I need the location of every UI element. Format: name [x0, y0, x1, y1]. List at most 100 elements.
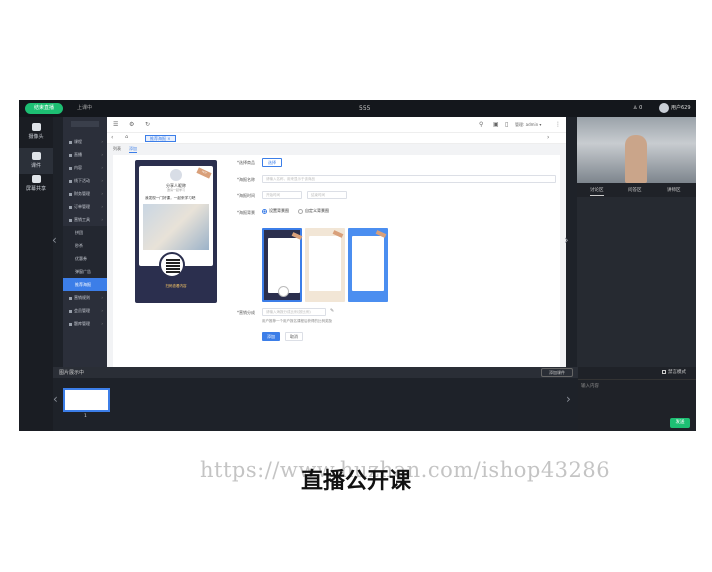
tab-add[interactable]: 添加 — [129, 146, 137, 153]
tab-list[interactable]: 列表 — [113, 146, 121, 152]
template-beige[interactable] — [305, 228, 345, 302]
screen-share-label: 屏幕共享 — [25, 186, 46, 192]
sidebar-item[interactable]: 会员管理 › — [63, 304, 107, 317]
more-icon[interactable]: ⋮ — [555, 121, 561, 128]
stage: 课程 › 直播 › 内容 › 线下活动 › 财务管理 › 订单管理 › 营销工具 › 拼团 秒杀 优惠券 弹窗广告… — [63, 117, 566, 367]
admin-content: ☰ ⚙ ↻ ⚲ ▣ ▯ 管理: admin ▾ ⋮ ‹ ⌂ 推荐海报 × › 列… — [107, 117, 566, 367]
chevron-right-icon[interactable]: › — [547, 134, 549, 141]
start-time-input[interactable]: 开始时间 — [262, 191, 302, 199]
share-label: *营销分成 — [237, 310, 255, 315]
courseware-title: 图片展示中 — [59, 370, 85, 376]
sidebar-item-label: 秒杀 — [75, 243, 83, 248]
sidebar-item-label: 课程 — [74, 139, 82, 144]
cancel-button[interactable]: 取消 — [285, 332, 303, 341]
chevron-left-icon[interactable]: ‹ — [111, 134, 113, 141]
tab-lecturer[interactable]: 讲师区 — [667, 187, 681, 193]
sidebar-item[interactable]: 营销规则 › — [63, 291, 107, 304]
poster-subtitle: 邀请一起学习 — [166, 188, 185, 192]
radio-circle — [262, 208, 267, 214]
poster-description: 我发现一门好课，一起来学习吧 — [145, 196, 196, 200]
add-courseware-button[interactable]: 添加课件 — [541, 368, 573, 377]
room-number: 555 — [359, 105, 371, 112]
refresh-icon[interactable]: ↻ — [145, 121, 150, 128]
nav-icon — [69, 309, 72, 313]
tab-discussion[interactable]: 讨论区 — [590, 187, 604, 196]
qr-code-icon — [166, 259, 180, 273]
sidebar-item[interactable]: 秒杀 — [63, 239, 107, 252]
sidebar-item[interactable]: 拼团 — [63, 226, 107, 239]
edit-icon[interactable]: ✎ — [330, 308, 334, 314]
mute-label: 禁言模式 — [668, 370, 686, 375]
template-dark[interactable] — [262, 228, 303, 302]
sidebar-item[interactable]: 推荐海报 — [63, 278, 107, 291]
sidebar-item[interactable]: 题库管理 › — [63, 317, 107, 330]
pin-icon[interactable]: ⚲ — [479, 121, 483, 128]
radio-default-label: 设置背景图 — [269, 208, 289, 213]
avatar[interactable] — [659, 103, 669, 113]
template-blue[interactable] — [348, 228, 388, 302]
sidebar-item[interactable]: 课程 › — [63, 135, 107, 148]
save-button[interactable]: 添加 — [262, 332, 280, 341]
nav-icon — [69, 179, 72, 183]
end-time-input[interactable]: 结束时间 — [307, 191, 347, 199]
sidebar-item[interactable]: 优惠券 — [63, 252, 107, 265]
chevron-right-icon[interactable]: › — [566, 392, 571, 406]
username: 用户629 — [671, 105, 691, 111]
chevron-right-icon[interactable]: › — [564, 233, 569, 247]
camera-tool[interactable]: 摄像头 — [19, 123, 53, 140]
mute-toggle[interactable]: 禁言模式 — [662, 369, 686, 375]
select-goods-button[interactable]: 选择 — [262, 158, 282, 167]
menu-icon[interactable]: ☰ — [113, 121, 118, 128]
slide-thumbnail[interactable] — [63, 388, 110, 412]
background-label: *海报背景 — [237, 210, 255, 215]
courseware-tool[interactable]: 课件 — [19, 148, 53, 174]
poster-preview: 分享人昵称 邀请一起学习 我发现一门好课，一起来学习吧 HOT 扫码查看内容 — [135, 160, 217, 303]
admin-user-menu[interactable]: 管理: admin ▾ — [515, 122, 541, 128]
sidebar-item[interactable]: 财务管理 › — [63, 187, 107, 200]
name-input[interactable]: 请输入名称，用来显示于该商品 — [262, 175, 556, 183]
chevron-left-icon[interactable]: ‹ — [52, 233, 57, 247]
courseware-header: 图片展示中 添加课件 — [53, 367, 578, 378]
top-bar: 结束直播 上课中 555 ♙ 0 用户629 — [19, 100, 696, 117]
sidebar-item-label: 营销工具 — [74, 217, 90, 222]
share-hint: 用户推荐一个用户报名课程后获得的比例奖励 — [262, 319, 332, 323]
sidebar-item[interactable]: 营销工具 › — [63, 213, 107, 226]
fullscreen-icon[interactable]: ▣ — [493, 121, 499, 128]
end-live-button[interactable]: 结束直播 — [25, 103, 63, 114]
home-icon[interactable]: ⌂ — [125, 134, 128, 140]
poster-photo — [143, 204, 209, 250]
chevron-right-icon: › — [101, 308, 103, 313]
screen-share-tool[interactable]: 屏幕共享 — [19, 175, 53, 192]
nav-icon — [69, 205, 72, 209]
sidebar-item[interactable]: 内容 › — [63, 161, 107, 174]
sidebar-item-label: 弹窗广告 — [75, 269, 91, 274]
poster-qr-text: 扫码查看内容 — [165, 284, 187, 288]
chevron-left-icon[interactable]: ‹ — [53, 392, 58, 406]
template-body — [268, 238, 300, 293]
share-input[interactable]: 请输入海报分成比例(按比例) — [262, 308, 326, 316]
chat-input[interactable]: 输入内容 — [578, 379, 696, 389]
camera-video — [577, 117, 696, 183]
sidebar-item[interactable]: 直播 › — [63, 148, 107, 161]
window-icon[interactable]: ▯ — [505, 121, 508, 128]
chevron-right-icon: › — [101, 217, 103, 222]
chevron-right-icon: › — [101, 165, 103, 170]
template-body — [309, 236, 341, 291]
name-label: *海报名称 — [237, 177, 255, 182]
sidebar-item-label: 优惠券 — [75, 256, 87, 261]
settings-icon[interactable]: ⚙ — [129, 121, 134, 128]
tab-poster[interactable]: 推荐海报 × — [145, 135, 176, 142]
admin-sidebar: 课程 › 直播 › 内容 › 线下活动 › 财务管理 › 订单管理 › 营销工具 › 拼团 秒杀 优惠券 弹窗广告… — [63, 117, 107, 367]
nav-icon — [69, 218, 72, 222]
radio-default-bg[interactable]: 设置背景图 — [262, 208, 289, 214]
tab-bar: ‹ ⌂ 推荐海报 × › — [107, 133, 566, 144]
sidebar-item[interactable]: 线下活动 › — [63, 174, 107, 187]
right-tabs: 讨论区 问答区 讲师区 — [577, 183, 696, 197]
tab-qa[interactable]: 问答区 — [628, 187, 642, 193]
sidebar-item[interactable]: 订单管理 › — [63, 200, 107, 213]
sidebar-item-label: 拼团 — [75, 230, 83, 235]
send-button[interactable]: 发送 — [670, 418, 690, 428]
right-panel: 讨论区 问答区 讲师区 — [577, 117, 696, 367]
sidebar-item[interactable]: 弹窗广告 — [63, 265, 107, 278]
radio-custom-bg[interactable]: 自定义背景图 — [298, 208, 329, 214]
